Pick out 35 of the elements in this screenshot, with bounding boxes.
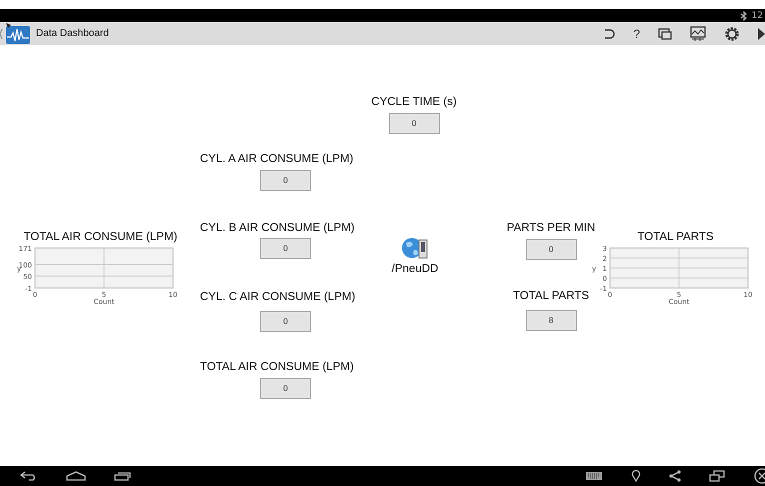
- globe-computer-icon: [401, 236, 429, 260]
- back-icon[interactable]: [20, 471, 38, 481]
- clock: 12: [752, 10, 763, 20]
- numeric-indicator: 0: [260, 238, 311, 259]
- help-button[interactable]: ?: [633, 26, 640, 40]
- numeric-indicator: 0: [388, 113, 440, 134]
- chart-icon[interactable]: [690, 26, 706, 42]
- numeric-indicator: 0: [260, 170, 311, 191]
- indicator-label: CYL. C AIR CONSUME (LPM): [200, 291, 356, 303]
- indicator-label: CYCLE TIME (s): [371, 96, 457, 108]
- window-title: Data Dashboard: [36, 28, 109, 39]
- undo-icon[interactable]: [603, 28, 616, 40]
- numeric-indicator: 0: [260, 311, 311, 332]
- indicator-label: CYL. B AIR CONSUME (LPM): [200, 222, 355, 234]
- play-icon[interactable]: [758, 28, 765, 40]
- settings-icon[interactable]: [724, 26, 740, 42]
- windows-icon[interactable]: [658, 28, 672, 40]
- windows-icon[interactable]: [709, 470, 725, 482]
- bluetooth-icon: [740, 10, 748, 20]
- chart-title: TOTAL AIR CONSUME (LPM): [24, 231, 178, 243]
- numeric-indicator: 0: [260, 378, 311, 399]
- chart-title: TOTAL PARTS: [637, 231, 714, 243]
- home-icon[interactable]: [66, 471, 86, 481]
- indicator-label: CYL. A AIR CONSUME (LPM): [200, 153, 354, 165]
- share-icon[interactable]: [669, 470, 681, 482]
- indicator-label: PARTS PER MIN: [506, 222, 596, 234]
- recent-apps-icon[interactable]: [114, 471, 132, 481]
- indicator-label: TOTAL AIR CONSUME (LPM): [200, 361, 354, 373]
- location-pin-icon[interactable]: [631, 470, 641, 482]
- target-label: /PneuDD: [392, 263, 438, 275]
- numeric-indicator: 8: [526, 310, 576, 331]
- keyboard-icon[interactable]: [585, 471, 603, 481]
- numeric-indicator: 0: [526, 239, 576, 260]
- indicator-label: TOTAL PARTS: [512, 290, 590, 302]
- close-icon[interactable]: [753, 468, 765, 484]
